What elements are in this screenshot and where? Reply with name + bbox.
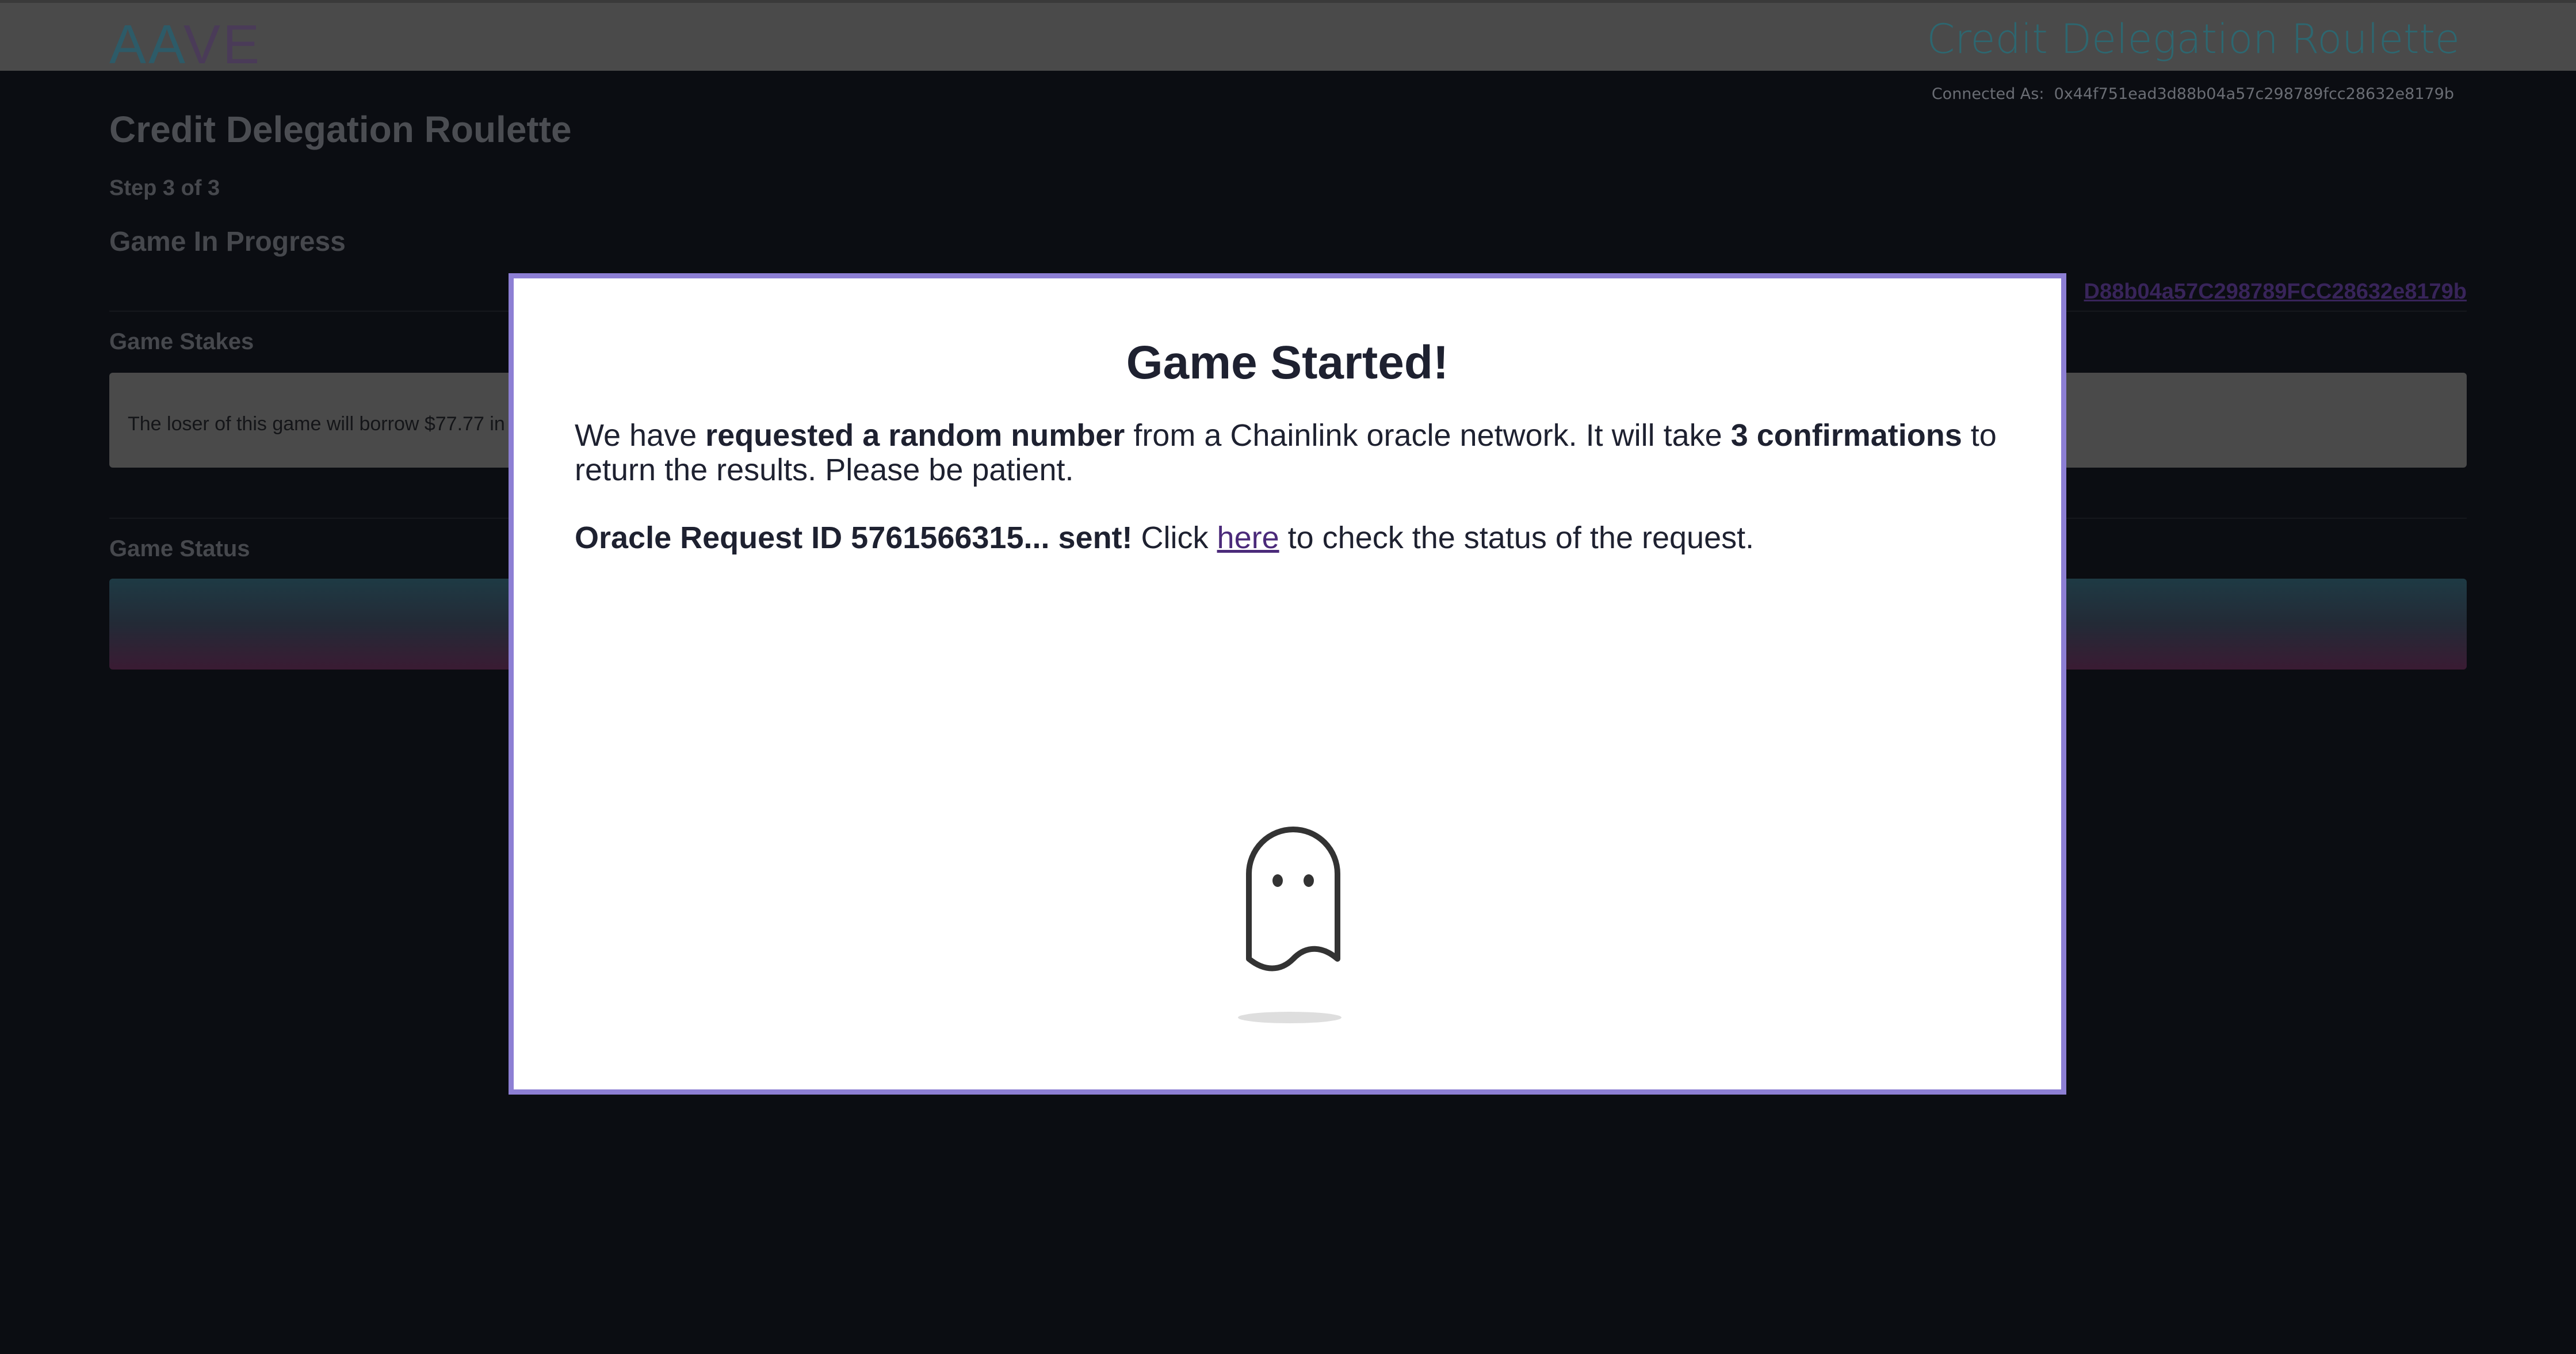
text: Click xyxy=(1132,521,1217,555)
emphasis: 3 confirmations xyxy=(1730,418,1962,453)
connected-label: Connected As: xyxy=(1931,85,2044,103)
connected-address: 0x44f751ead3d88b04a57c298789fcc28632e817… xyxy=(2054,85,2454,103)
game-stakes-heading: Game Stakes xyxy=(109,329,254,354)
top-bar: AAVE Credit Delegation Roulette xyxy=(0,0,2576,75)
emphasis: requested a random number xyxy=(705,418,1125,453)
game-status-heading: Game Status xyxy=(109,536,250,561)
request-status-link[interactable]: here xyxy=(1217,521,1279,555)
oracle-request-line: Oracle Request ID 5761566315... sent! Cl… xyxy=(575,521,2001,555)
game-progress-heading: Game In Progress xyxy=(109,227,346,257)
modal-description: We have requested a random number from a… xyxy=(575,418,2001,487)
oracle-request-id: Oracle Request ID 5761566315... sent! xyxy=(575,521,1133,555)
stakes-text: The loser of this game will borrow $77.7… xyxy=(128,413,505,435)
aave-logo[interactable]: AAVE xyxy=(109,13,262,77)
page-title: Credit Delegation Roulette xyxy=(109,109,572,150)
game-started-modal: Game Started! We have requested a random… xyxy=(509,273,2066,1095)
step-indicator: Step 3 of 3 xyxy=(109,176,220,200)
connected-account: Connected As: 0x44f751ead3d88b04a57c2987… xyxy=(1932,85,2454,103)
text: from a Chainlink oracle network. It will… xyxy=(1125,418,1731,453)
text: to check the status of the request. xyxy=(1279,521,1755,555)
address-link[interactable]: D88b04a57C298789FCC28632e8179b xyxy=(2084,280,2467,304)
app-title: Credit Delegation Roulette xyxy=(1927,16,2460,63)
text: We have xyxy=(575,418,706,453)
ghost-icon xyxy=(1236,816,1351,971)
ghost-shadow xyxy=(1238,1012,1341,1023)
modal-title: Game Started! xyxy=(1126,336,1449,389)
